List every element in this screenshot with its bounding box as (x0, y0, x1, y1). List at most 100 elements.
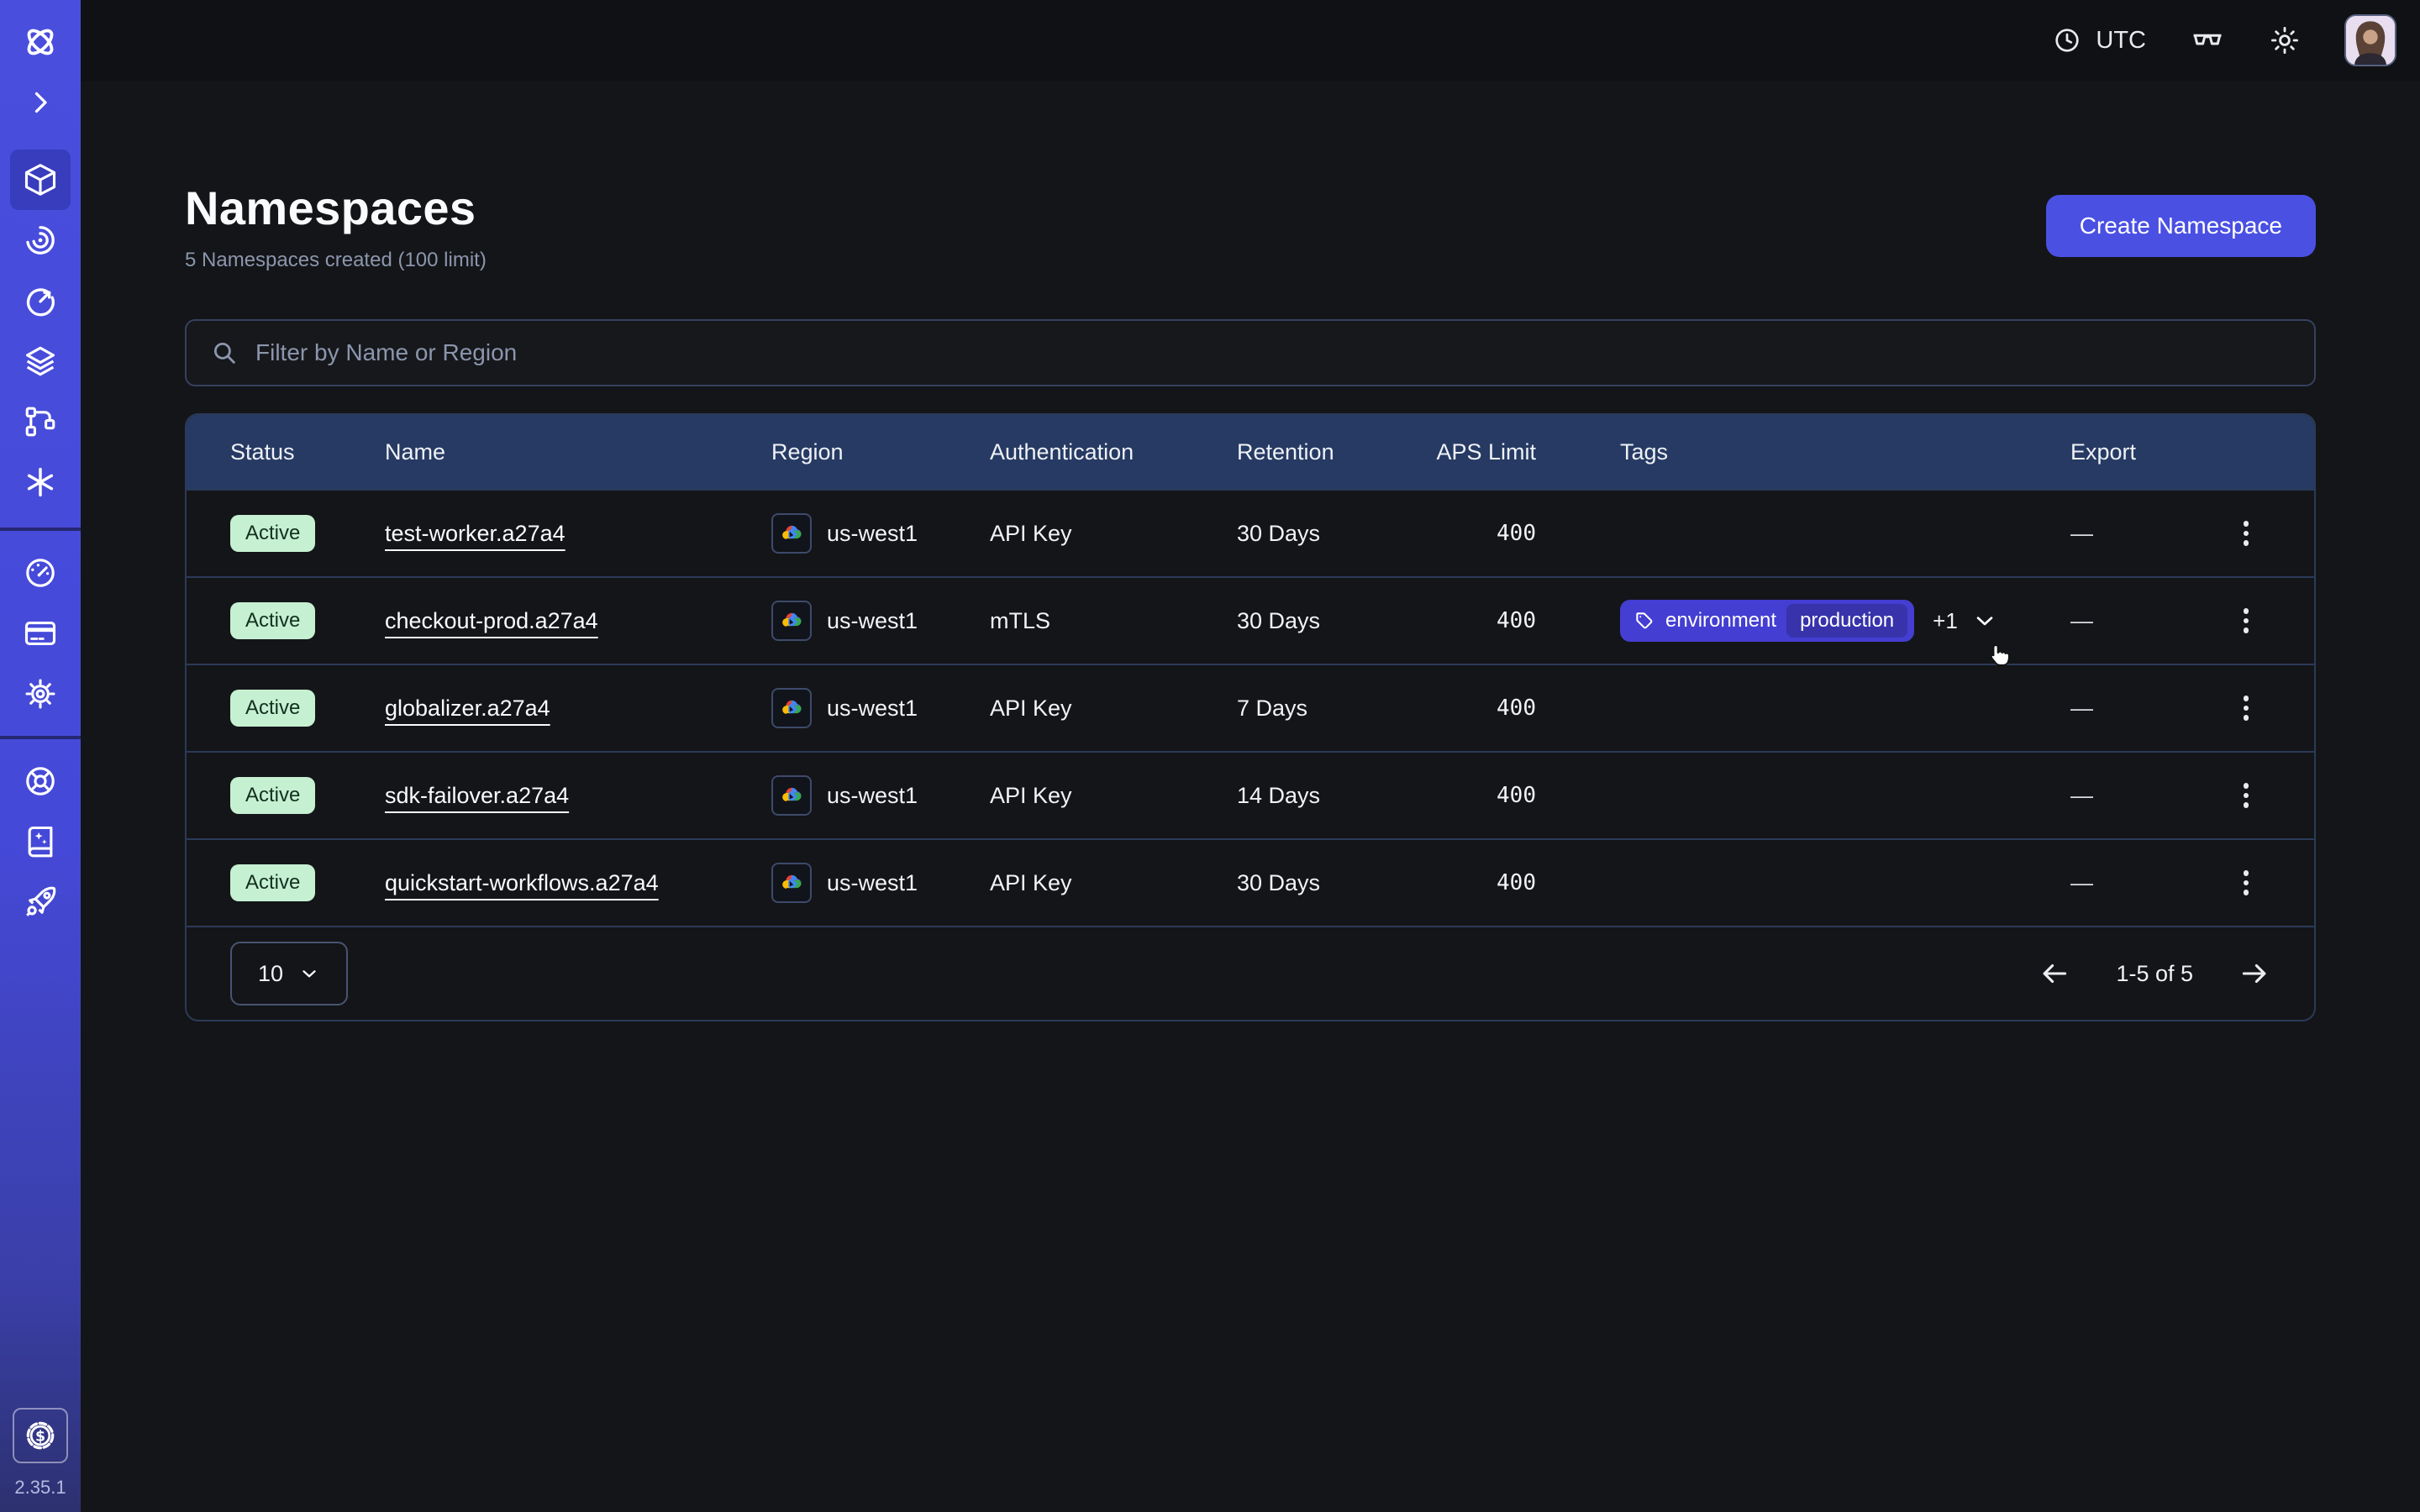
rocket-icon (22, 884, 59, 921)
page-size-value: 10 (258, 961, 283, 987)
namespace-link[interactable]: globalizer.a27a4 (385, 696, 550, 721)
column-header-name: Name (385, 439, 771, 465)
column-header-export: Export (2070, 439, 2178, 465)
arrow-right-icon (2238, 958, 2270, 990)
namespace-link[interactable]: quickstart-workflows.a27a4 (385, 870, 659, 895)
status-badge: Active (230, 864, 315, 901)
row-menu-button[interactable] (2230, 601, 2262, 640)
layers-icon (22, 343, 59, 380)
reader-mode-button[interactable] (2190, 23, 2225, 58)
column-header-retention: Retention (1237, 439, 1432, 465)
table-row: Active test-worker.a27a4 us-west1 (187, 489, 2314, 576)
row-menu-button[interactable] (2230, 776, 2262, 815)
sun-icon (2269, 24, 2301, 56)
region-cell: us-west1 (771, 775, 990, 816)
aps-limit-cell: 400 (1497, 783, 1536, 808)
sidebar-item-getting-started[interactable] (10, 872, 71, 932)
sidebar-item-schedules[interactable] (10, 391, 71, 452)
credits-button[interactable]: $ (13, 1408, 68, 1463)
svg-text:$: $ (35, 1429, 45, 1446)
theme-toggle-button[interactable] (2269, 24, 2301, 56)
filter-input[interactable] (255, 339, 2291, 366)
chevron-down-icon (298, 963, 320, 984)
namespace-link[interactable]: test-worker.a27a4 (385, 521, 566, 546)
table-row: Active globalizer.a27a4 us-west1 (187, 664, 2314, 751)
timezone-button[interactable]: UTC (2052, 25, 2146, 55)
export-cell: — (2070, 608, 2178, 634)
region-cell: us-west1 (771, 601, 990, 641)
sidebar-item-support[interactable] (10, 751, 71, 811)
sidebar-item-workflows[interactable] (10, 210, 71, 270)
retention-cell: 7 Days (1237, 696, 1432, 722)
glasses-icon (2190, 23, 2225, 58)
column-header-status: Status (230, 439, 385, 465)
gcp-cloud-icon (771, 863, 812, 903)
retention-cell: 30 Days (1237, 521, 1432, 547)
app-version: 2.35.1 (14, 1477, 66, 1499)
region-label: us-west1 (827, 870, 918, 896)
table-header-row: StatusNameRegionAuthenticationRetentionA… (187, 415, 2314, 489)
authentication-cell: mTLS (990, 608, 1237, 634)
region-cell: us-west1 (771, 688, 990, 728)
credits-icon: $ (22, 1417, 59, 1454)
timer-icon (22, 282, 59, 319)
status-badge: Active (230, 602, 315, 639)
row-menu-button[interactable] (2230, 514, 2262, 553)
previous-page-button[interactable] (2039, 958, 2070, 990)
topbar: UTC (81, 0, 2420, 81)
credit-card-icon (22, 615, 59, 652)
column-header-tags: Tags (1620, 439, 2070, 465)
region-label: us-west1 (827, 783, 918, 809)
row-menu-button[interactable] (2230, 864, 2262, 902)
namespace-link[interactable]: checkout-prod.a27a4 (385, 608, 598, 633)
gcp-cloud-icon (771, 688, 812, 728)
aps-limit-cell: 400 (1497, 870, 1536, 895)
sidebar-item-docs[interactable] (10, 811, 71, 872)
lifebuoy-icon (22, 763, 59, 800)
table-footer: 10 1-5 of 5 (187, 926, 2314, 1020)
column-header-authentication: Authentication (990, 439, 1237, 465)
tag-pill[interactable]: environment production (1620, 600, 1914, 642)
row-menu-button[interactable] (2230, 689, 2262, 727)
sidebar-item-timers[interactable] (10, 270, 71, 331)
sidebar-item-namespaces[interactable] (10, 150, 71, 210)
authentication-cell: API Key (990, 783, 1237, 809)
sidebar-item-billing[interactable] (10, 603, 71, 664)
branch-icon (22, 403, 59, 440)
sidebar-item-usage[interactable] (10, 543, 71, 603)
sidebar-divider (0, 528, 81, 531)
sidebar-expand-button[interactable] (10, 72, 71, 133)
create-namespace-button[interactable]: Create Namespace (2046, 195, 2316, 257)
chevron-right-icon (25, 87, 55, 118)
page-subtitle: 5 Namespaces created (100 limit) (185, 249, 487, 272)
page-size-select[interactable]: 10 (230, 942, 348, 1005)
table-row: Active checkout-prod.a27a4 us-west1 (187, 576, 2314, 664)
export-cell: — (2070, 870, 2178, 896)
retention-cell: 30 Days (1237, 608, 1432, 634)
tag-icon (1634, 610, 1655, 632)
region-cell: us-west1 (771, 513, 990, 554)
status-badge: Active (230, 690, 315, 727)
gauge-icon (22, 554, 59, 591)
user-avatar[interactable] (2344, 14, 2396, 66)
export-cell: — (2070, 696, 2178, 722)
tag-more-count: +1 (1933, 608, 1958, 634)
sidebar-item-settings[interactable] (10, 664, 71, 724)
tags-expand-chevron-icon[interactable] (1971, 607, 1998, 634)
authentication-cell: API Key (990, 521, 1237, 547)
export-cell: — (2070, 783, 2178, 809)
arrow-left-icon (2039, 958, 2070, 990)
asterisk-icon (22, 464, 59, 501)
retention-cell: 14 Days (1237, 783, 1432, 809)
gcp-cloud-icon (771, 775, 812, 816)
region-cell: us-west1 (771, 863, 990, 903)
sidebar-item-deployments[interactable] (10, 331, 71, 391)
status-badge: Active (230, 777, 315, 814)
namespaces-table: StatusNameRegionAuthenticationRetentionA… (185, 413, 2316, 1021)
aps-limit-cell: 400 (1497, 696, 1536, 721)
next-page-button[interactable] (2238, 958, 2270, 990)
sidebar-item-nexus[interactable] (10, 452, 71, 512)
gcp-cloud-icon (771, 513, 812, 554)
namespace-link[interactable]: sdk-failover.a27a4 (385, 783, 569, 808)
spiral-icon (22, 222, 59, 259)
